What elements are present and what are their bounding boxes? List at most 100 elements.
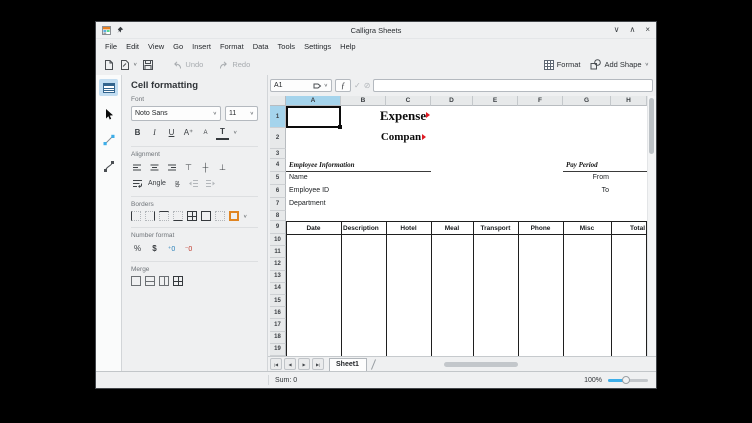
cell-format-tool-icon[interactable] [99,79,118,96]
format-button[interactable]: Format [543,59,580,70]
indent-more-icon[interactable] [204,177,217,190]
horizontal-scrollbar[interactable] [382,360,648,369]
font-color-chevron[interactable]: ∨ [233,130,237,136]
zoom-slider-knob[interactable] [622,376,630,384]
row-header-9[interactable]: 9 [270,221,286,234]
add-shape-button[interactable]: Add Shape ∨ [590,59,649,70]
selected-cell-a1[interactable] [286,106,342,129]
cell-department[interactable]: Department [289,200,326,207]
last-sheet-button[interactable]: ▶| [312,358,324,370]
minimize-icon[interactable]: ∨ [614,26,620,34]
row-header-19[interactable]: 19 [270,343,286,356]
cell-name[interactable]: Name [289,174,308,181]
row-header-5[interactable]: 5 [270,172,286,185]
cell-employee-information[interactable]: Employee Information [286,159,431,172]
horizontal-scrollbar-thumb[interactable] [443,361,518,367]
title-bar[interactable]: Calligra Sheets ∨ ∧ × [96,22,656,39]
percent-format-button[interactable]: % [131,242,144,255]
vertical-scrollbar[interactable] [647,96,656,356]
row-header-1[interactable]: 1 [270,106,286,128]
border-bottom-button[interactable] [173,211,183,221]
merge-vertical-button[interactable] [159,276,169,286]
next-sheet-button[interactable]: ▶ [298,358,310,370]
align-left-icon[interactable] [131,161,144,174]
cell-subtitle[interactable]: Compan [376,131,426,143]
menu-file[interactable]: File [105,42,117,51]
open-dropdown-chevron[interactable]: ∨ [133,62,137,68]
new-document-icon[interactable] [103,59,114,71]
named-range-icon[interactable] [313,82,322,90]
border-all-button[interactable] [187,211,197,221]
table-header-transport[interactable]: Transport [473,222,518,234]
undo-button[interactable]: Undo [172,60,203,70]
row-header-6[interactable]: 6 [270,185,286,198]
border-color-chevron[interactable]: ∨ [243,213,247,219]
cell-employee-id[interactable]: Employee ID [289,187,329,194]
border-left-button[interactable] [131,211,141,221]
border-none-button[interactable] [215,211,225,221]
path-tool-icon[interactable] [99,157,118,174]
column-header-E[interactable]: E [473,96,518,106]
currency-format-button[interactable]: $ [148,242,161,255]
increase-precision-button[interactable]: ⁺0 [165,242,178,255]
menu-view[interactable]: View [148,42,164,51]
menu-go[interactable]: Go [173,42,183,51]
cell-reference-chevron[interactable]: ∨ [324,83,328,89]
column-header-G[interactable]: G [563,96,611,106]
column-header-C[interactable]: C [386,96,431,106]
align-center-icon[interactable] [148,161,161,174]
pin-icon[interactable] [116,26,124,34]
row-header-13[interactable]: 13 [270,270,286,283]
apply-formula-icon[interactable]: ✓ [354,81,361,90]
menu-data[interactable]: Data [253,42,269,51]
row-header-10[interactable]: 10 [270,234,286,247]
row-header-12[interactable]: 12 [270,258,286,271]
close-icon[interactable]: × [645,26,650,34]
cell-reference-box[interactable]: A1 ∨ [270,79,332,92]
row-header-17[interactable]: 17 [270,319,286,332]
grow-font-button[interactable]: A⁺ [182,126,195,139]
column-header-H[interactable]: H [611,96,647,106]
zoom-slider[interactable] [608,376,648,384]
maximize-icon[interactable]: ∧ [629,26,635,34]
line-tool-icon[interactable] [99,131,118,148]
add-shape-chevron[interactable]: ∨ [645,62,649,68]
merge-horizontal-button[interactable] [145,276,155,286]
table-header-phone[interactable]: Phone [518,222,563,234]
first-sheet-button[interactable]: |◀ [270,358,282,370]
table-header-hotel[interactable]: Hotel [386,222,431,234]
menu-format[interactable]: Format [220,42,244,51]
align-top-icon[interactable]: ⊤ [182,161,195,174]
table-header-meal[interactable]: Meal [431,222,473,234]
prev-sheet-button[interactable]: ◀ [284,358,296,370]
align-middle-icon[interactable]: ┼ [199,161,212,174]
align-bottom-icon[interactable]: ⊥ [216,161,229,174]
menu-settings[interactable]: Settings [304,42,331,51]
vertical-scrollbar-thumb[interactable] [649,98,654,154]
menu-help[interactable]: Help [340,42,355,51]
font-size-select[interactable]: 11 ∨ [225,106,258,121]
menu-insert[interactable]: Insert [192,42,211,51]
row-header-2[interactable]: 2 [270,128,286,149]
border-outline-button[interactable] [201,211,211,221]
bold-button[interactable]: B [131,126,144,139]
row-header-8[interactable]: 8 [270,211,286,221]
indent-less-icon[interactable] [187,177,200,190]
row-header-18[interactable]: 18 [270,331,286,344]
cancel-formula-icon[interactable]: ⊘ [364,81,371,90]
open-document-icon[interactable]: ∨ [119,59,137,71]
menu-edit[interactable]: Edit [126,42,139,51]
cell-title[interactable]: Expense [376,108,430,124]
vertical-text-icon[interactable]: ab [170,177,183,190]
decrease-precision-button[interactable]: ⁻0 [182,242,195,255]
merge-cells-button[interactable] [131,276,141,286]
function-button[interactable]: ƒ [335,79,351,92]
row-header-14[interactable]: 14 [270,282,286,295]
row-header-15[interactable]: 15 [270,295,286,308]
font-family-select[interactable]: Noto Sans ∨ [131,106,221,121]
table-header-misc[interactable]: Misc [563,222,611,234]
table-header-description[interactable]: Description [341,222,386,234]
align-right-icon[interactable] [165,161,178,174]
row-header-3[interactable]: 3 [270,149,286,159]
border-top-button[interactable] [159,211,169,221]
